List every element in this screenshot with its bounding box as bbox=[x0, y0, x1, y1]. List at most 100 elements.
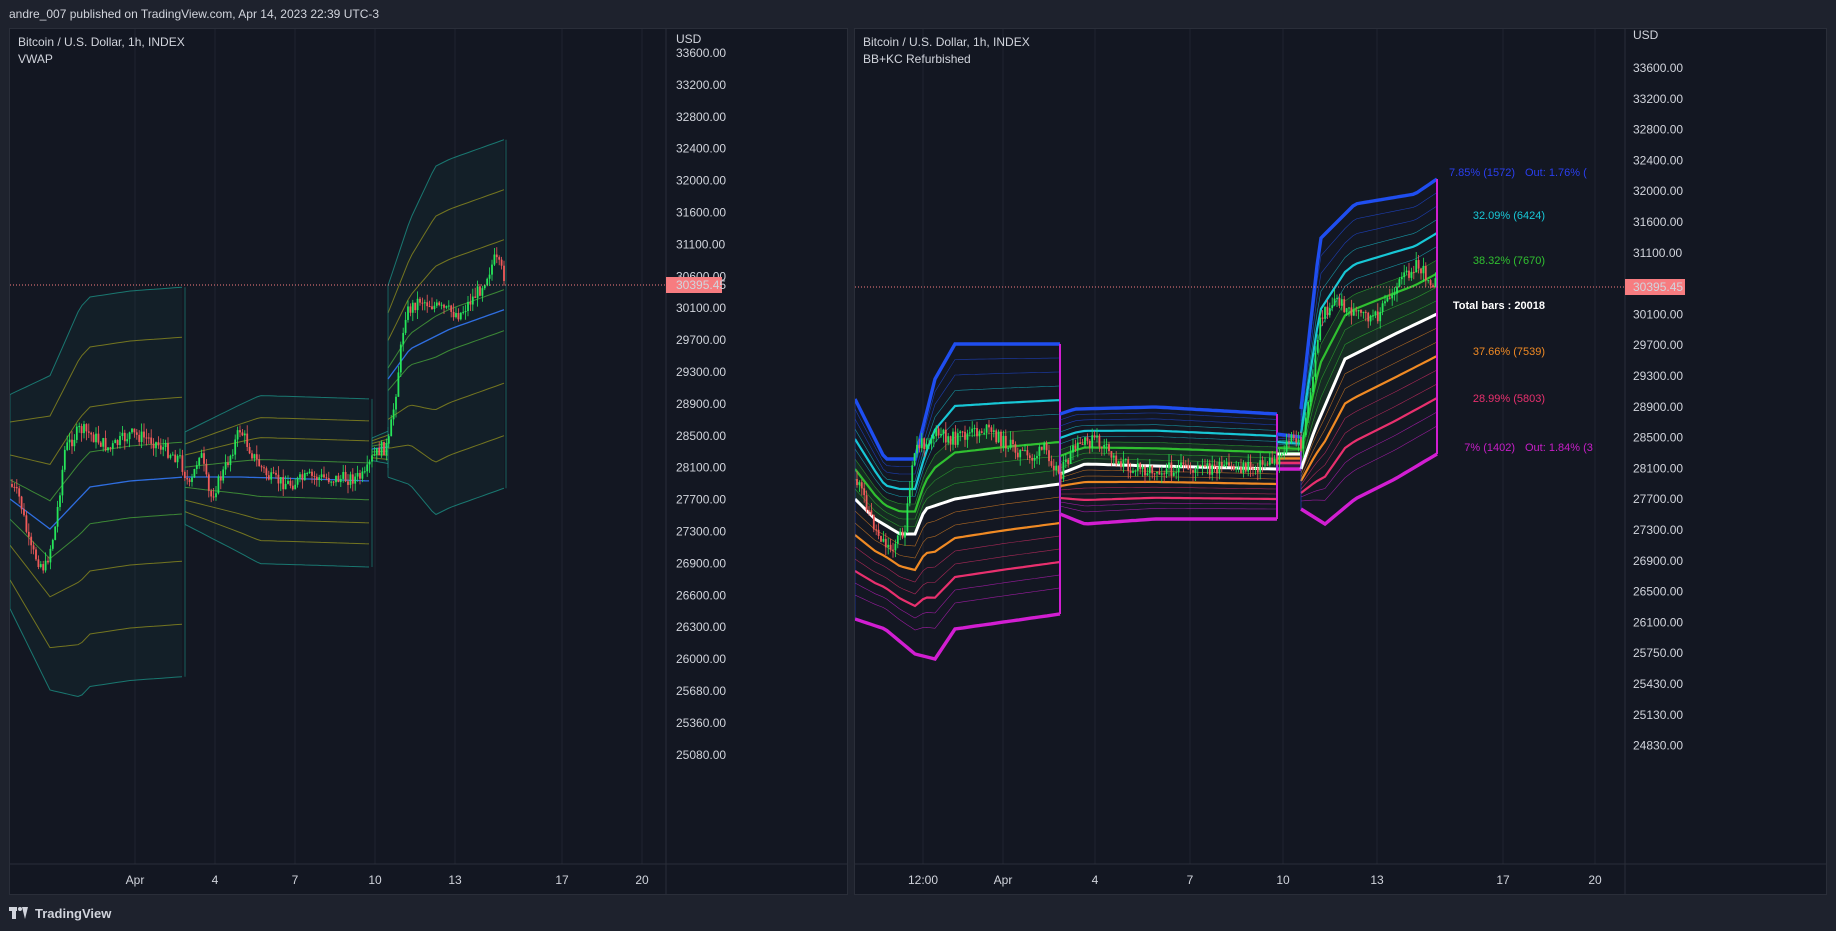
candle-body bbox=[32, 545, 35, 550]
candle-body bbox=[407, 306, 409, 320]
candle-body bbox=[179, 455, 181, 457]
band-statistics: 7.85% (1572) Out: 1.76% (32.09% (6424) 38.… bbox=[1449, 167, 1593, 454]
candle-body bbox=[1213, 464, 1216, 467]
candle-body bbox=[1290, 434, 1293, 443]
candle-body bbox=[1396, 286, 1398, 294]
indicator-name[interactable]: VWAP bbox=[18, 51, 185, 68]
candle-body bbox=[1108, 444, 1110, 452]
candle-body bbox=[157, 442, 160, 446]
price-tick-label: 26300.00 bbox=[676, 620, 726, 634]
candle-body bbox=[1364, 311, 1367, 313]
time-axis[interactable]: Apr 4 7 10 13 17 20 bbox=[126, 873, 649, 887]
band-stat-out-label: Out: 1.84% (3 bbox=[1525, 442, 1593, 454]
candle-body bbox=[20, 496, 23, 510]
price-tick-label: 25430.00 bbox=[1633, 677, 1683, 691]
candle-body bbox=[476, 286, 479, 298]
candle-body bbox=[131, 428, 133, 433]
candle-body bbox=[313, 475, 316, 477]
candle-body bbox=[1069, 452, 1072, 464]
candle-body bbox=[1360, 309, 1362, 313]
price-tick-label: 28500.00 bbox=[1633, 431, 1683, 445]
candle-body bbox=[111, 443, 114, 449]
candle-body bbox=[277, 474, 280, 484]
candle-body bbox=[1254, 468, 1257, 470]
upper-band-line bbox=[1276, 446, 1302, 450]
chart-legend: Bitcoin / U.S. Dollar, 1h, INDEX BB+KC R… bbox=[863, 34, 1030, 68]
indicator-name[interactable]: BB+KC Refurbished bbox=[863, 51, 1030, 68]
candle-body bbox=[366, 464, 369, 472]
candle-body bbox=[287, 480, 289, 484]
candle-body bbox=[272, 472, 275, 474]
candle-body bbox=[1271, 457, 1274, 464]
candle-body bbox=[1098, 435, 1101, 447]
candle-body bbox=[282, 477, 285, 490]
candle-body bbox=[1261, 460, 1264, 465]
candle-body bbox=[1230, 465, 1233, 467]
candle-body bbox=[1216, 466, 1218, 474]
candle-body bbox=[409, 306, 412, 313]
price-axis[interactable]: USD33600.0033200.0032800.0032400.0032000… bbox=[666, 32, 726, 762]
candle-body bbox=[503, 265, 505, 281]
price-axis[interactable]: USD33600.0033200.0032800.0032400.0032000… bbox=[1625, 29, 1685, 753]
candle-body bbox=[892, 549, 894, 551]
candle-body bbox=[56, 506, 59, 527]
candle-body bbox=[884, 538, 887, 548]
candle-body bbox=[988, 424, 990, 428]
candle-body bbox=[1103, 444, 1106, 448]
time-tick-label: Apr bbox=[126, 873, 145, 887]
price-tick-label: 31100.00 bbox=[1633, 246, 1682, 260]
candle-body bbox=[109, 447, 112, 449]
candle-body bbox=[1379, 311, 1382, 322]
chart-panel-bbkc[interactable]: 7.85% (1572) Out: 1.76% (32.09% (6424) 38.… bbox=[854, 28, 1827, 895]
candle-body bbox=[455, 313, 457, 318]
candle-body bbox=[344, 471, 347, 482]
candle-body bbox=[1115, 455, 1118, 465]
vwap-chart-svg[interactable]: USD33600.00 33200.00 32800.00 32400.00 32000… bbox=[10, 29, 848, 895]
candle-body bbox=[1120, 461, 1122, 468]
chart-panel-vwap[interactable]: USD 33600.00 33200.00 32800.00 32400.00 32000… bbox=[9, 28, 848, 895]
candle-body bbox=[351, 474, 354, 484]
candle-body bbox=[1132, 470, 1134, 473]
price-tick-label: 25680.00 bbox=[676, 684, 726, 698]
candle-body bbox=[332, 481, 335, 483]
candle-body bbox=[1158, 471, 1161, 475]
candle-body bbox=[200, 453, 203, 458]
candle-body bbox=[164, 443, 167, 448]
candle-body bbox=[205, 463, 208, 475]
price-tick-label: 28100.00 bbox=[676, 461, 726, 475]
candle-body bbox=[435, 302, 438, 306]
candle-body bbox=[918, 444, 921, 449]
price-tick-label: 26100.00 bbox=[1633, 615, 1683, 629]
price-tick-label: 29300.00 bbox=[676, 365, 726, 379]
candle-body bbox=[1374, 311, 1377, 316]
candle-body bbox=[992, 430, 995, 432]
lower-band-line bbox=[1059, 505, 1277, 513]
candle-body bbox=[183, 471, 186, 479]
candle-body bbox=[47, 560, 49, 563]
tradingview-footer[interactable]: TradingView bbox=[9, 900, 111, 926]
candle-body bbox=[956, 433, 959, 445]
candle-body bbox=[1139, 463, 1142, 470]
candle-body bbox=[1427, 280, 1430, 282]
symbol-title[interactable]: Bitcoin / U.S. Dollar, 1h, INDEX bbox=[18, 34, 185, 51]
candle-body bbox=[44, 560, 47, 571]
time-axis[interactable]: 12:00 Apr 4 7 10 13 17 20 bbox=[908, 873, 1602, 887]
candle-body bbox=[143, 431, 145, 438]
lower-band-line bbox=[1059, 512, 1277, 526]
candle-body bbox=[243, 433, 246, 436]
bbkc-chart-svg[interactable]: 7.85% (1572) Out: 1.76% (32.09% (6424) 38.… bbox=[855, 29, 1827, 895]
candle-body bbox=[1391, 295, 1394, 299]
candle-body bbox=[995, 430, 998, 443]
candle-body bbox=[1206, 463, 1209, 467]
candle-body bbox=[1237, 467, 1240, 469]
candle-body bbox=[1326, 306, 1329, 316]
candle-body bbox=[267, 475, 270, 480]
symbol-title[interactable]: Bitcoin / U.S. Dollar, 1h, INDEX bbox=[863, 34, 1030, 51]
candle-body bbox=[1348, 307, 1350, 309]
candle-body bbox=[306, 472, 309, 474]
candle-body bbox=[383, 441, 385, 455]
candle-body bbox=[973, 428, 976, 430]
candle-body bbox=[1232, 466, 1235, 470]
lower-band-line bbox=[1059, 480, 1277, 488]
candle-body bbox=[308, 471, 311, 473]
